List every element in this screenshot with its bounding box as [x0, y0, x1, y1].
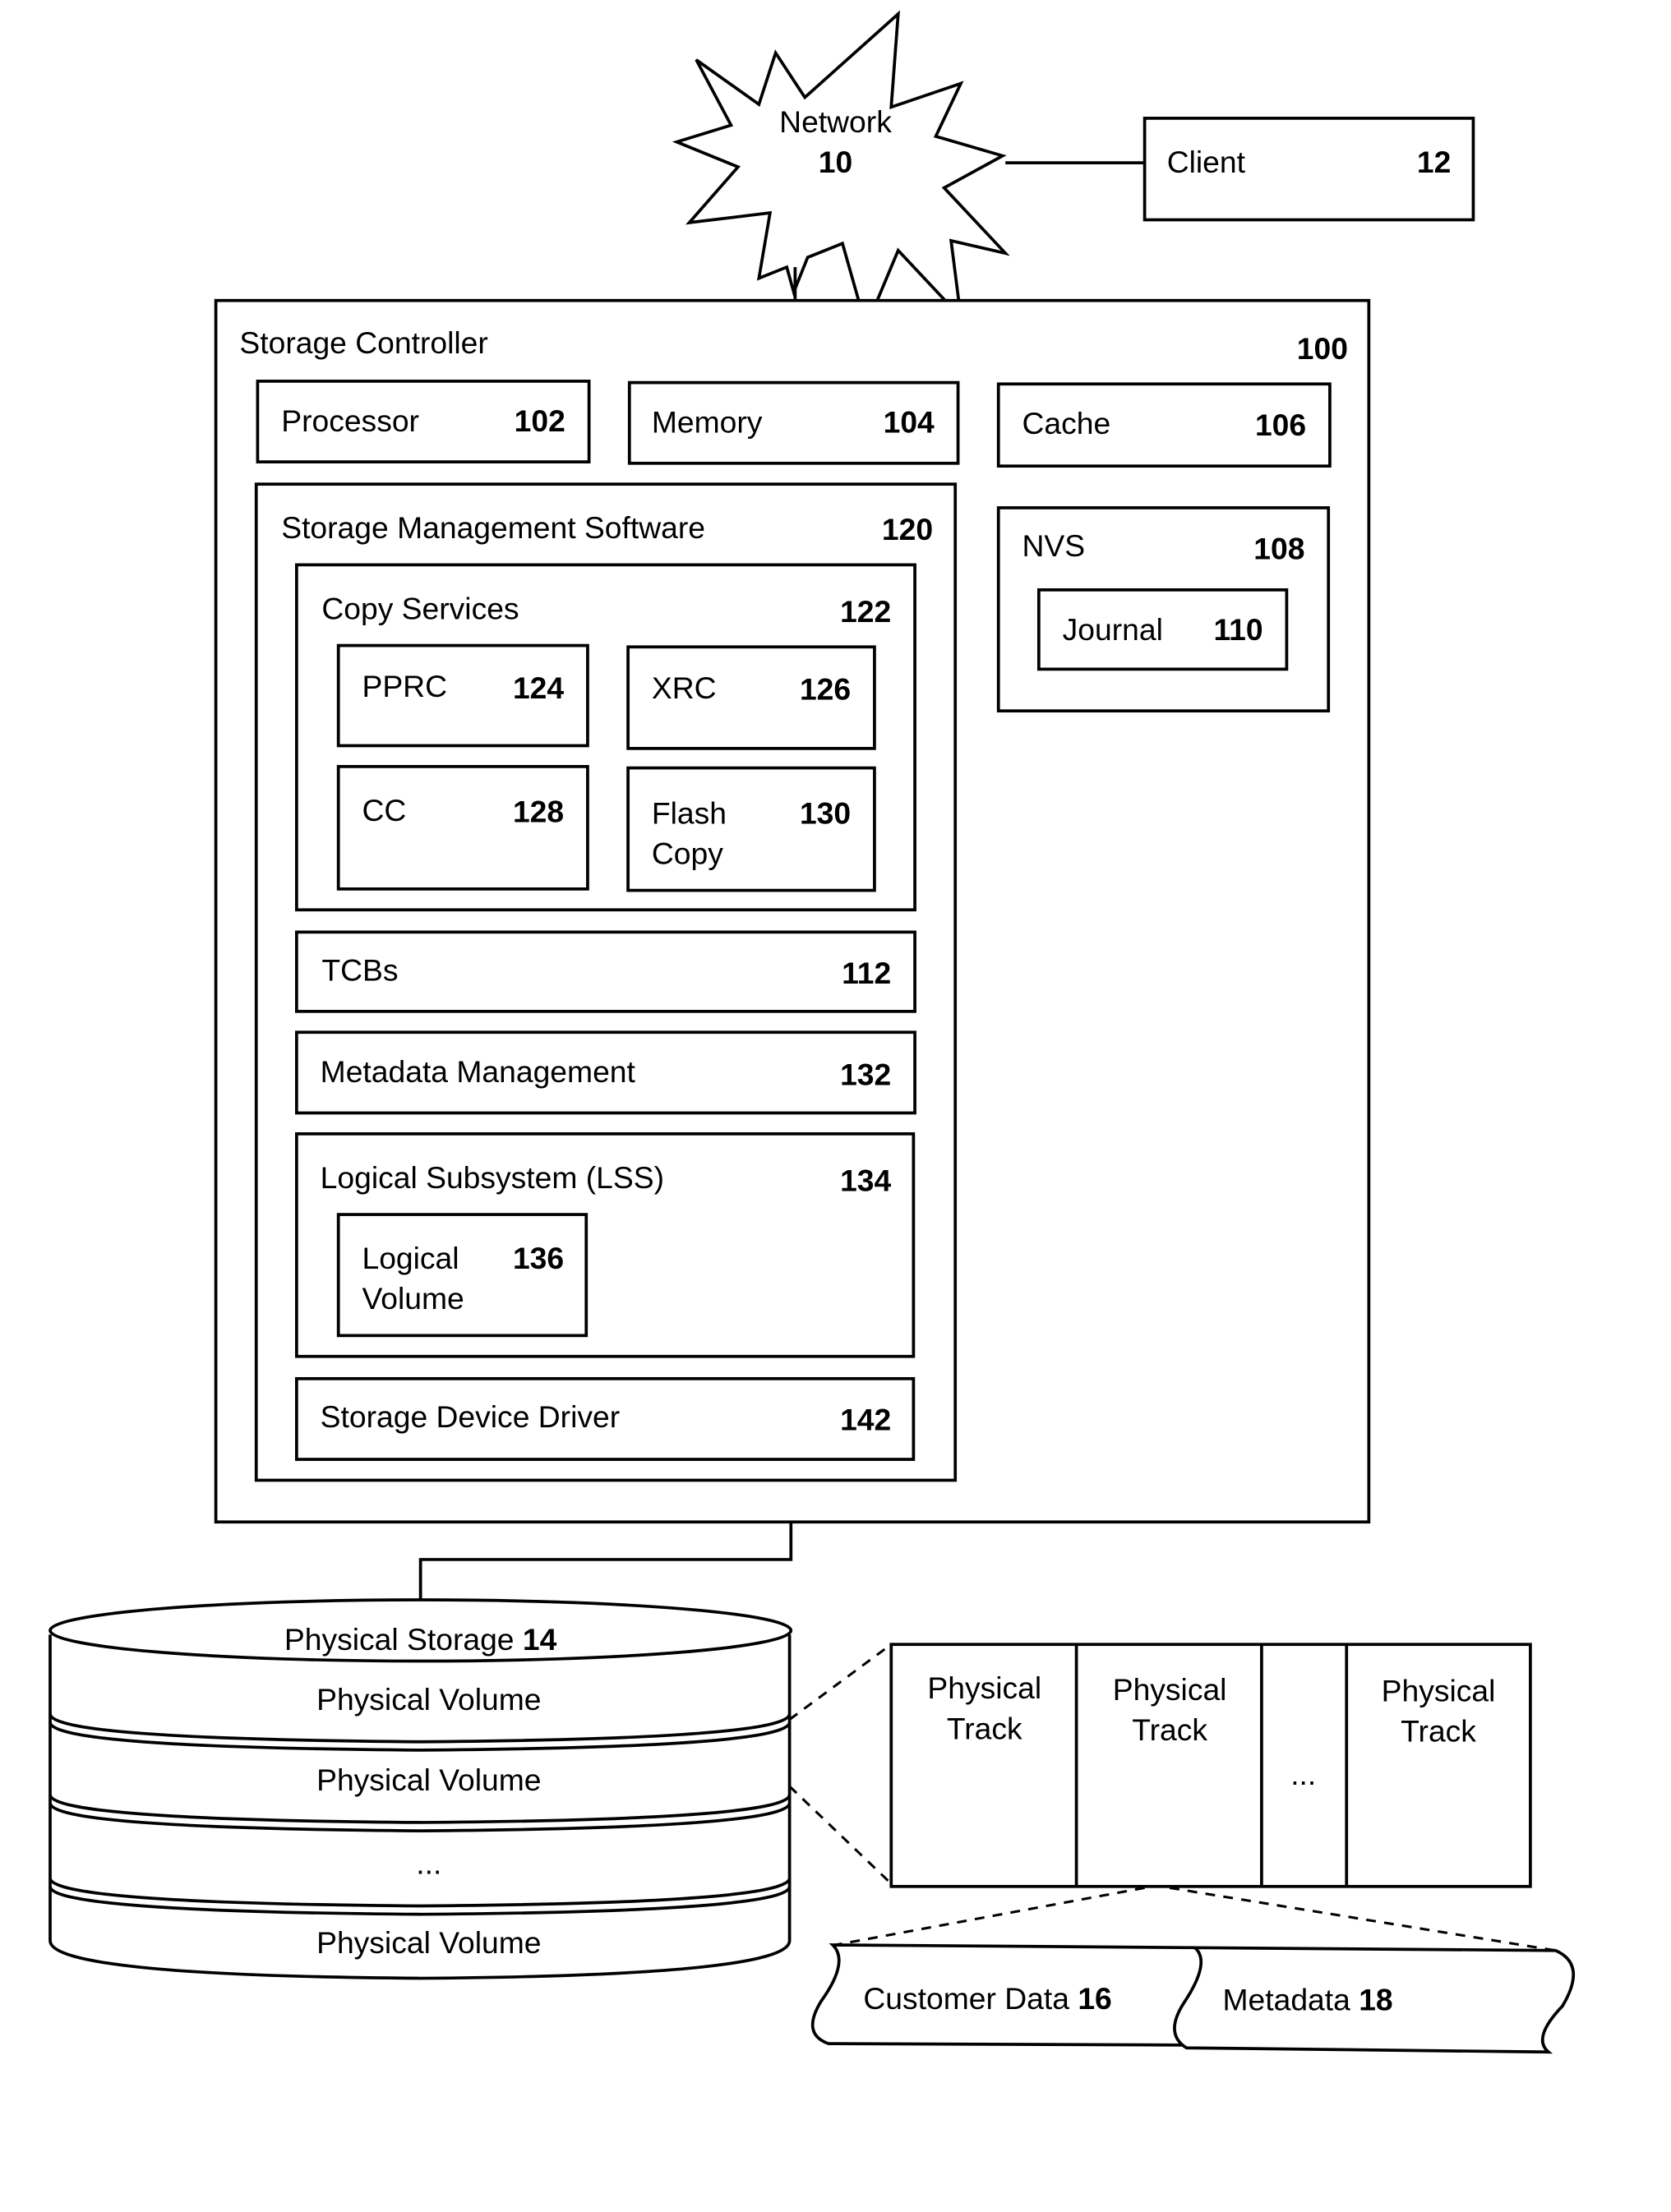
flash-copy-label-line2: Copy — [652, 836, 723, 870]
physical-storage-title: Physical Storage 14 — [284, 1622, 557, 1657]
tcbs-label: TCBs — [321, 953, 398, 988]
flash-copy-number: 130 — [800, 795, 851, 830]
nvs-label: NVS — [1022, 528, 1086, 563]
xrc-number: 126 — [800, 672, 851, 707]
track-label: Track — [1132, 1712, 1207, 1747]
physical-volume-label: Physical Volume — [316, 1763, 541, 1797]
journal-label: Journal — [1063, 612, 1163, 647]
pprc-label: PPRC — [362, 669, 447, 703]
logical-volume-number: 136 — [513, 1241, 564, 1275]
network-node: Network 10 — [672, 10, 1010, 332]
physical-storage: Physical Storage 14 Physical Volume Phys… — [48, 1598, 793, 1980]
client-node: Client 12 — [1142, 117, 1475, 222]
network-number: 10 — [819, 145, 852, 179]
storage-device-driver-label: Storage Device Driver — [321, 1399, 620, 1434]
storage-device-driver-number: 142 — [840, 1402, 891, 1436]
metadata-label: Metadata 18 — [1222, 1983, 1392, 2017]
physical-tracks: Physical Track Physical Track ... Physic… — [889, 1643, 1532, 1888]
sms-number: 120 — [882, 512, 933, 546]
zoom-line-top — [788, 1643, 893, 1721]
xrc-label: XRC — [652, 671, 717, 705]
physical-volume-ellipsis: ... — [416, 1846, 441, 1881]
client-number: 12 — [1417, 145, 1451, 179]
cc-number: 128 — [513, 795, 564, 829]
storage-controller: Storage Controller 100 Processor 102 Mem… — [214, 298, 1371, 1524]
track-contents: Customer Data 16 Metadata 18 — [810, 1943, 1576, 2054]
metadata-management-number: 132 — [840, 1058, 891, 1092]
track-label: Track — [1401, 1714, 1476, 1749]
tcbs-number: 112 — [842, 956, 891, 990]
track-label: Track — [947, 1711, 1022, 1745]
zoom-line-bottom — [788, 1785, 893, 1885]
memory-number: 104 — [884, 405, 935, 440]
processor-number: 102 — [515, 403, 565, 438]
copy-services-label: Copy Services — [321, 591, 519, 625]
network-label: Network — [779, 104, 892, 139]
track-ellipsis: ... — [1290, 1757, 1316, 1791]
track-label: Physical — [1113, 1672, 1227, 1707]
metadata-management-label: Metadata Management — [321, 1054, 636, 1089]
cache-number: 106 — [1255, 408, 1306, 442]
zoom-line-left — [835, 1887, 1145, 1947]
nvs-number: 108 — [1253, 532, 1304, 566]
storage-system-diagram: Network 10 Client 12 Storage Controller … — [48, 10, 1576, 2054]
storage-controller-label: Storage Controller — [239, 325, 487, 360]
pprc-number: 124 — [513, 671, 564, 705]
physical-volume-label: Physical Volume — [316, 1925, 541, 1960]
flash-copy-label-line1: Flash — [652, 795, 727, 830]
storage-controller-number: 100 — [1297, 331, 1348, 366]
track-label: Physical — [927, 1671, 1041, 1705]
logical-volume-label-line2: Volume — [362, 1281, 464, 1316]
sms-label: Storage Management Software — [281, 510, 705, 545]
journal-number: 110 — [1213, 612, 1262, 647]
processor-label: Processor — [281, 403, 419, 438]
client-label: Client — [1167, 145, 1246, 179]
lss-label: Logical Subsystem (LSS) — [321, 1160, 664, 1195]
physical-volume-label: Physical Volume — [316, 1682, 541, 1717]
logical-volume-label-line1: Logical — [362, 1241, 459, 1275]
copy-services-number: 122 — [840, 594, 891, 629]
lss-number: 134 — [840, 1163, 891, 1197]
track-label: Physical — [1382, 1674, 1496, 1708]
zoom-line-right — [1169, 1887, 1556, 1952]
cache-label: Cache — [1022, 406, 1111, 440]
memory-label: Memory — [652, 405, 763, 440]
controller-storage-link — [418, 1522, 793, 1601]
customer-data-label: Customer Data 16 — [863, 1981, 1111, 2016]
cc-label: CC — [362, 793, 406, 827]
